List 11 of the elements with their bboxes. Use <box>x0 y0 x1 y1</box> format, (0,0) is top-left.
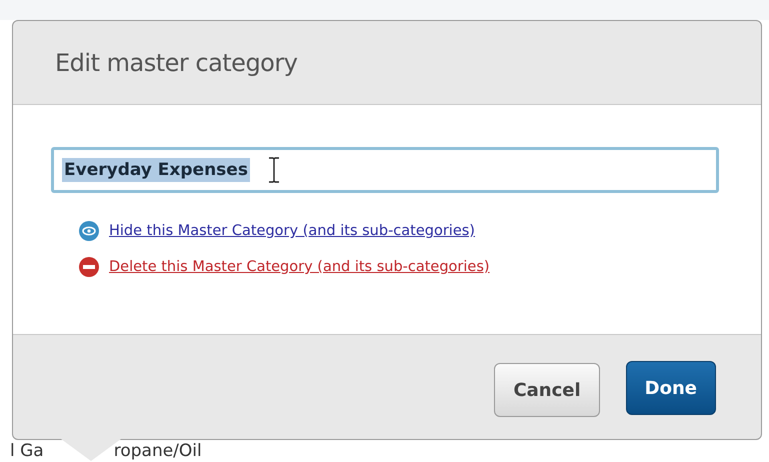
text-cursor-icon <box>268 157 280 183</box>
input-field[interactable]: Everyday Expenses <box>51 147 719 193</box>
table-cell: ropane/Oil <box>114 441 202 461</box>
eye-icon <box>79 221 99 241</box>
table-cell: l Ga <box>10 441 44 461</box>
cancel-button[interactable]: Cancel <box>494 363 600 417</box>
hide-link[interactable]: Hide this Master Category (and its sub-categories) <box>109 223 475 239</box>
delete-link[interactable]: Delete this Master Category (and its sub-categories) <box>109 259 490 275</box>
minus-icon <box>79 257 99 277</box>
dialog-title: Edit master category <box>55 48 298 76</box>
done-button[interactable]: Done <box>626 361 716 415</box>
